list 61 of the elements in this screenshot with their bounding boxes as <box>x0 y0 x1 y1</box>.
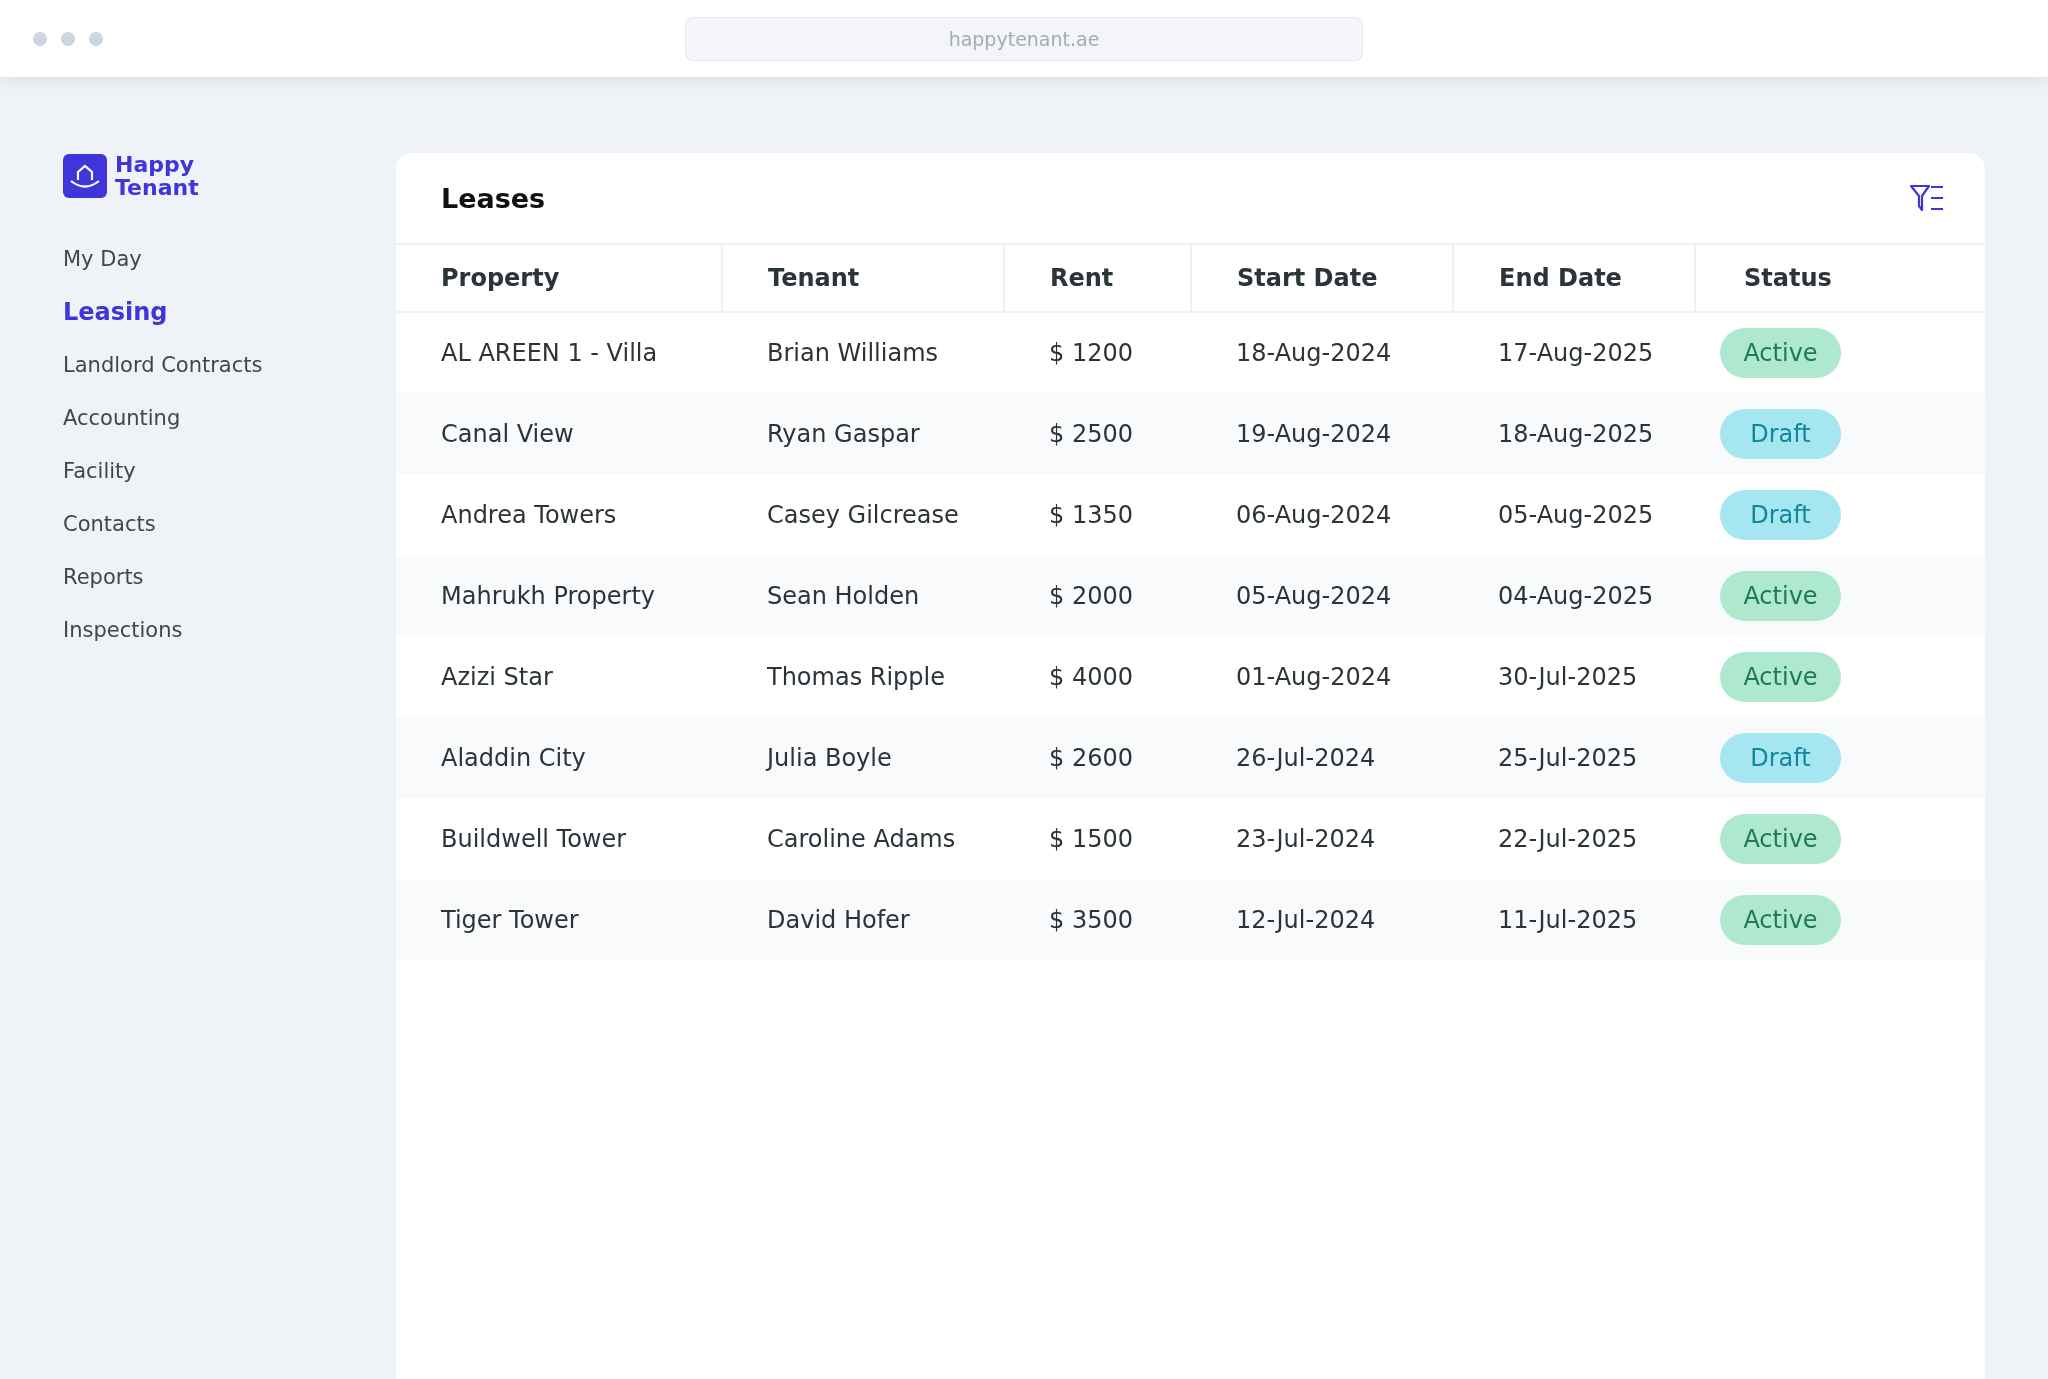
table-cell: 01-Aug-2024 <box>1191 636 1453 717</box>
status-badge: Active <box>1720 328 1841 378</box>
table-cell: 05-Aug-2025 <box>1453 474 1695 555</box>
table-cell: $ 2600 <box>1004 717 1191 798</box>
table-cell: Canal View <box>396 393 722 474</box>
house-logo-icon <box>63 154 107 198</box>
status-badge: Active <box>1720 570 1841 621</box>
logo-text: Happy Tenant <box>115 153 199 199</box>
status-badge: Draft <box>1720 408 1841 459</box>
table-cell: $ 1350 <box>1004 474 1191 555</box>
status-badge: Draft <box>1720 489 1841 540</box>
table-cell: 18-Aug-2024 <box>1191 312 1453 393</box>
table-cell: 18-Aug-2025 <box>1453 393 1695 474</box>
status-badge: Active <box>1720 651 1841 702</box>
filter-icon[interactable] <box>1909 184 1945 212</box>
status-badge: Draft <box>1720 732 1841 783</box>
table-cell: 26-Jul-2024 <box>1191 717 1453 798</box>
table-cell: 06-Aug-2024 <box>1191 474 1453 555</box>
table-cell: Thomas Ripple <box>722 636 1004 717</box>
table-cell: $ 2500 <box>1004 393 1191 474</box>
table-cell: Andrea Towers <box>396 474 722 555</box>
sidebar-item[interactable]: Accounting <box>63 402 181 435</box>
status-badge: Active <box>1720 894 1841 945</box>
table-cell: Aladdin City <box>396 717 722 798</box>
table-cell: Casey Gilcrease <box>722 474 1004 555</box>
status-badge: Active <box>1720 813 1841 864</box>
table-cell: 12-Jul-2024 <box>1191 879 1453 960</box>
table-cell: 17-Aug-2025 <box>1453 312 1695 393</box>
table-cell: Tiger Tower <box>396 879 722 960</box>
sidebar-item[interactable]: Landlord Contracts <box>63 349 263 382</box>
table-cell: Caroline Adams <box>722 798 1004 879</box>
window-controls-icon <box>32 30 104 47</box>
sidebar-item[interactable]: My Day <box>63 243 142 276</box>
table-cell: 04-Aug-2025 <box>1453 555 1695 636</box>
table-cell: $ 4000 <box>1004 636 1191 717</box>
sidebar-item[interactable]: Reports <box>63 561 144 594</box>
sidebar-item[interactable]: Contacts <box>63 508 156 541</box>
table-cell: Brian Williams <box>722 312 1004 393</box>
table-cell: 19-Aug-2024 <box>1191 393 1453 474</box>
table-cell: Buildwell Tower <box>396 798 722 879</box>
table-cell: AL AREEN 1 - Villa <box>396 312 722 393</box>
sidebar-item[interactable]: Leasing <box>63 296 168 329</box>
table-cell: 22-Jul-2025 <box>1453 798 1695 879</box>
table-cell: 05-Aug-2024 <box>1191 555 1453 636</box>
table-cell: $ 1200 <box>1004 312 1191 393</box>
sidebar-item[interactable]: Inspections <box>63 614 183 647</box>
table-cell: 30-Jul-2025 <box>1453 636 1695 717</box>
table-cell: Sean Holden <box>722 555 1004 636</box>
card-title: Leases <box>441 182 546 214</box>
table-cell: $ 2000 <box>1004 555 1191 636</box>
table-cell: 23-Jul-2024 <box>1191 798 1453 879</box>
table-cell: 11-Jul-2025 <box>1453 879 1695 960</box>
table-cell: Ryan Gaspar <box>722 393 1004 474</box>
table-cell: $ 1500 <box>1004 798 1191 879</box>
table-cell: 25-Jul-2025 <box>1453 717 1695 798</box>
table-cell: $ 3500 <box>1004 879 1191 960</box>
table-cell: David Hofer <box>722 879 1004 960</box>
table-cell: Mahrukh Property <box>396 555 722 636</box>
table-cell: Azizi Star <box>396 636 722 717</box>
table-cell: Julia Boyle <box>722 717 1004 798</box>
sidebar-item[interactable]: Facility <box>63 455 136 488</box>
